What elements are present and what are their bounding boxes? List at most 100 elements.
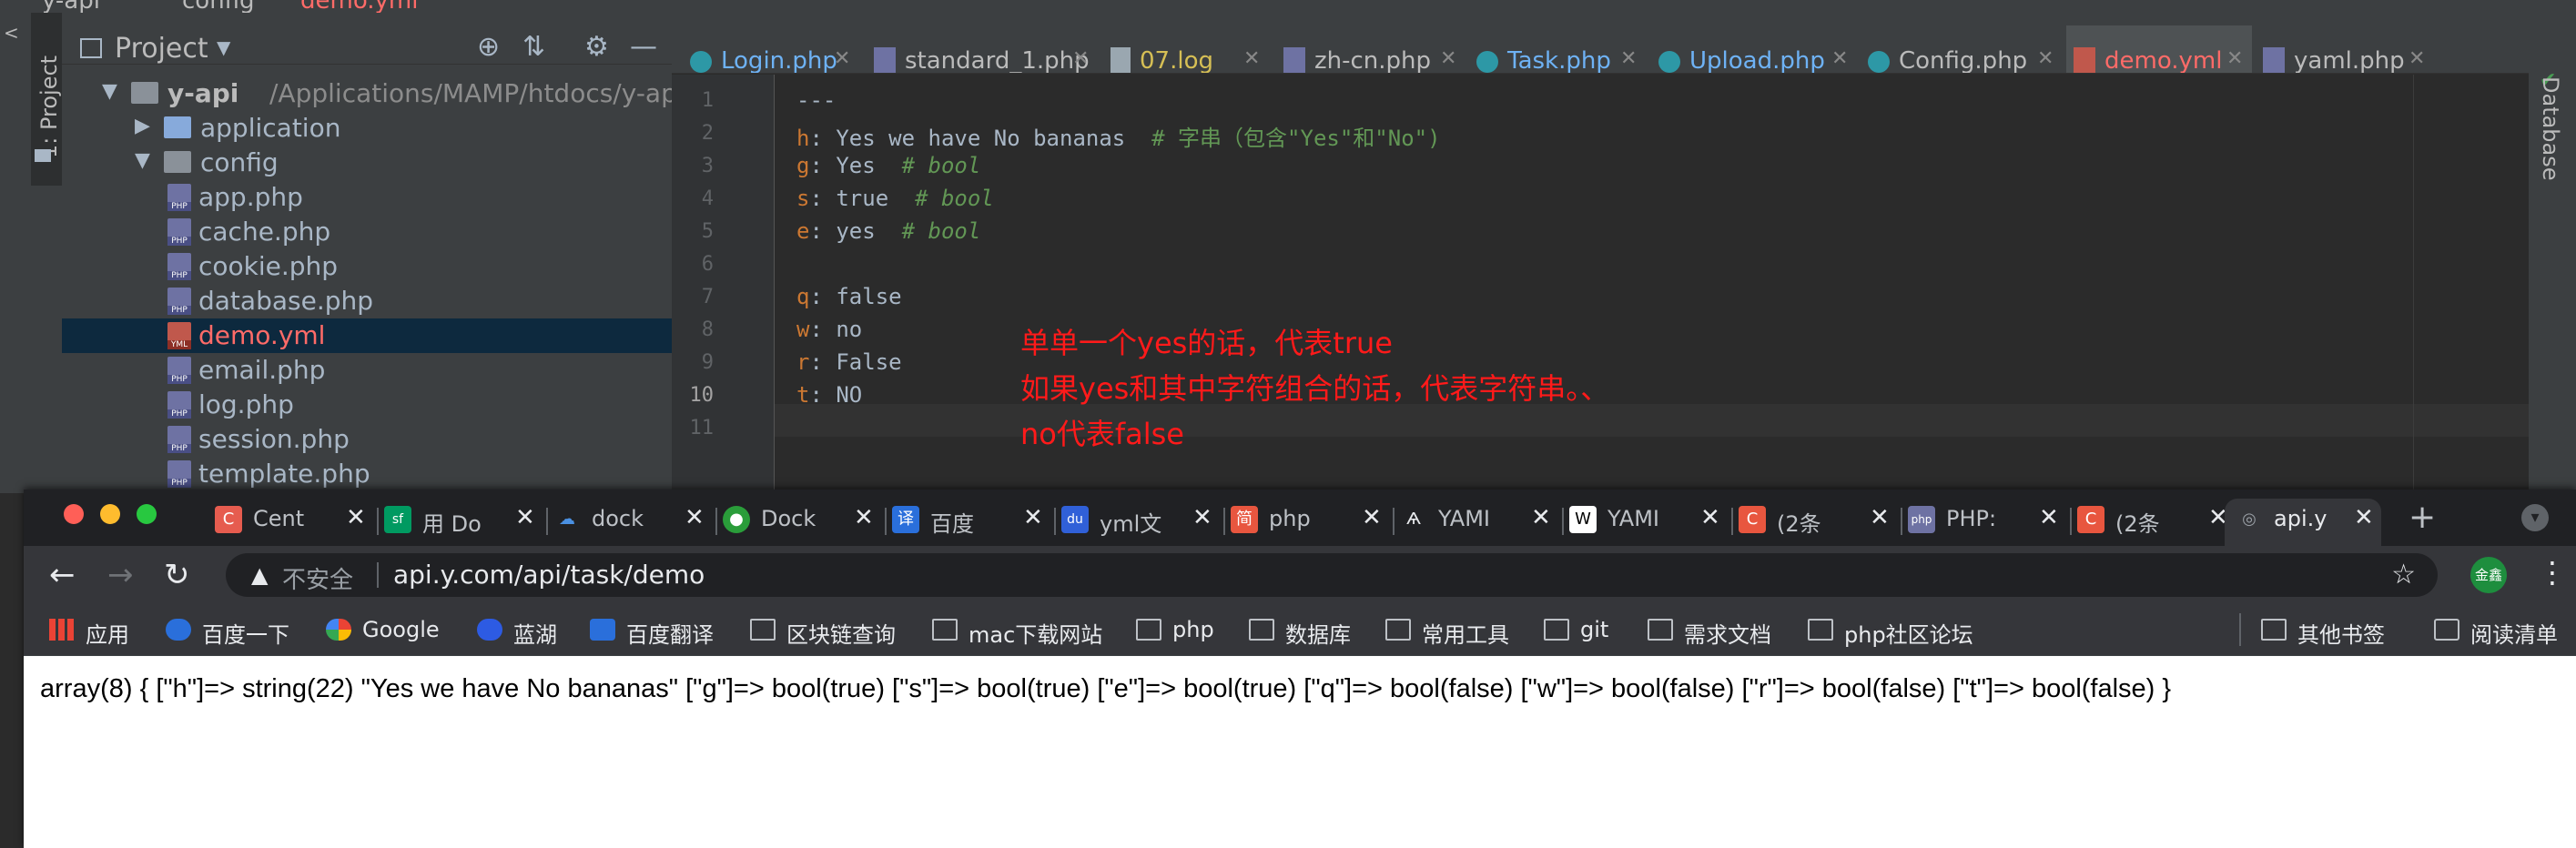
close-icon[interactable]: ✕ xyxy=(1023,504,1043,531)
annotation-line-2: 如果yes和其中字符组合的话，代表字符串。、 xyxy=(1020,371,1610,406)
browser-tab[interactable]: sf 用 Do ✕ xyxy=(384,500,539,540)
url-text[interactable]: api.y.com/api/task/demo xyxy=(393,560,705,590)
back-arrow-icon[interactable]: < xyxy=(4,22,19,44)
profile-avatar[interactable]: 金鑫 xyxy=(2470,557,2507,593)
close-icon[interactable]: ✕ xyxy=(1531,504,1551,531)
editor-tab-standard[interactable]: standard_1.php ✕ xyxy=(867,25,1100,73)
browser-tab[interactable]: php PHP: ✕ xyxy=(1908,500,2063,540)
more-menu-icon[interactable]: ⋮ xyxy=(2538,555,2567,590)
breadcrumb-folder[interactable]: config xyxy=(182,0,255,13)
close-icon[interactable]: ✕ xyxy=(1362,504,1382,531)
tree-item-log-php[interactable]: log.php xyxy=(62,388,672,422)
editor-tab-zh-cn[interactable]: zh-cn.php ✕ xyxy=(1276,25,1465,73)
apps-grid-icon xyxy=(49,619,75,641)
close-icon[interactable]: ✕ xyxy=(834,47,850,70)
tab-search-chevron-icon[interactable]: ▾ xyxy=(2521,504,2549,531)
close-icon[interactable]: ✕ xyxy=(1831,47,1848,70)
close-window-button[interactable] xyxy=(64,504,84,524)
editor-tab-demo-yml[interactable]: demo.yml ✕ xyxy=(2066,25,2252,73)
bookmark-label: php社区论坛 xyxy=(1844,622,1973,648)
editor-tab-upload[interactable]: Upload.php ✕ xyxy=(1651,25,1857,73)
tab-separator xyxy=(546,508,548,535)
browser-tab[interactable]: C Cent ✕ xyxy=(215,500,370,540)
code-area[interactable]: --- h: Yes we have No bananas # 字串（包含"Ye… xyxy=(775,75,2529,493)
browser-tab[interactable]: C (2条 ✕ xyxy=(2077,500,2232,540)
tab-title: api.y xyxy=(2274,506,2328,531)
close-icon[interactable]: ✕ xyxy=(854,504,874,531)
bookmark-label: 阅读清单 xyxy=(2470,622,2558,648)
new-tab-button[interactable]: + xyxy=(2409,499,2436,536)
minimize-window-button[interactable] xyxy=(100,504,120,524)
tab-label: 07.log xyxy=(1140,47,1213,74)
close-icon[interactable]: ✕ xyxy=(1243,47,1260,70)
close-icon[interactable]: ✕ xyxy=(2409,47,2425,70)
address-bar[interactable]: ▲ 不安全 api.y.com/api/task/demo ☆ xyxy=(226,553,2438,597)
expand-arrow-icon[interactable]: ▼ xyxy=(102,80,117,103)
tree-item-template-php[interactable]: template.php xyxy=(62,457,672,491)
forward-button[interactable]: → xyxy=(107,557,134,593)
collapse-all-icon[interactable]: ⇅ xyxy=(522,31,545,63)
browser-tab[interactable]: ● Dock ✕ xyxy=(723,500,877,540)
editor-tab-login[interactable]: Login.php ✕ xyxy=(672,25,863,73)
bookmark-star-icon[interactable]: ☆ xyxy=(2391,559,2416,591)
locate-icon[interactable]: ⊕ xyxy=(477,31,500,63)
browser-window: C Cent ✕ sf 用 Do ✕ ☁ dock ✕ ● Dock ✕ 译 百… xyxy=(24,490,2576,848)
tree-item-demo-yml[interactable]: demo.yml xyxy=(62,318,672,353)
browser-tab[interactable]: C (2条 ✕ xyxy=(1739,500,1893,540)
tree-item-label: cookie.php xyxy=(198,251,339,281)
reload-button[interactable]: ↻ xyxy=(164,557,190,593)
browser-tab[interactable]: W YAMI ✕ xyxy=(1569,500,1724,540)
expand-arrow-icon[interactable]: ▶ xyxy=(135,115,150,137)
yml-file-icon xyxy=(167,322,191,349)
tree-item-session-php[interactable]: session.php xyxy=(62,422,672,457)
editor-tab-bar: Login.php ✕ standard_1.php ✕ 07.log ✕ zh… xyxy=(672,13,2529,74)
chevron-down-icon[interactable]: ▼ xyxy=(217,36,230,58)
close-icon[interactable]: ✕ xyxy=(2037,47,2054,70)
browser-tab-active[interactable]: ◎ api.y ✕ xyxy=(2225,499,2381,546)
tree-item-email-php[interactable]: email.php xyxy=(62,353,672,388)
database-tool-label[interactable]: Database xyxy=(2538,76,2563,181)
close-icon[interactable]: ✕ xyxy=(515,504,535,531)
editor-tab-task[interactable]: Task.php ✕ xyxy=(1469,25,1648,73)
close-icon[interactable]: ✕ xyxy=(685,504,705,531)
close-icon[interactable]: ✕ xyxy=(1870,504,1890,531)
close-icon[interactable]: ✕ xyxy=(2039,504,2059,531)
not-secure-label[interactable]: 不安全 xyxy=(282,561,353,595)
maximize-window-button[interactable] xyxy=(137,504,157,524)
close-icon[interactable]: ✕ xyxy=(346,504,366,531)
tree-item-application[interactable]: ▶ application xyxy=(62,111,672,146)
code-line-4: s: true # bool xyxy=(796,186,994,211)
close-icon[interactable]: ✕ xyxy=(2226,47,2243,70)
collapse-arrow-icon[interactable]: ▼ xyxy=(135,149,150,172)
browser-tab[interactable]: ☁ dock ✕ xyxy=(553,500,708,540)
tab-title: (2条 xyxy=(1777,511,1821,537)
tree-item-database-php[interactable]: database.php xyxy=(62,284,672,318)
close-icon[interactable]: ✕ xyxy=(1072,47,1089,70)
folder-icon xyxy=(131,82,158,104)
browser-tab[interactable]: 译 百度 ✕ xyxy=(892,500,1047,540)
warning-icon[interactable]: ▲ xyxy=(251,562,268,588)
close-icon[interactable]: ✕ xyxy=(2354,504,2374,531)
close-icon[interactable]: ✕ xyxy=(1700,504,1720,531)
hide-panel-icon[interactable]: — xyxy=(630,31,657,63)
editor-tab-config[interactable]: Config.php ✕ xyxy=(1861,25,2063,73)
close-icon[interactable]: ✕ xyxy=(1192,504,1212,531)
tab-title: YAMI xyxy=(1438,506,1490,531)
browser-tab[interactable]: Ѧ YAMI ✕ xyxy=(1400,500,1555,540)
browser-tab[interactable]: 简 php ✕ xyxy=(1231,500,1385,540)
browser-tab[interactable]: du yml文 ✕ xyxy=(1061,500,1216,540)
breadcrumb-root[interactable]: y-api xyxy=(42,0,100,13)
close-icon[interactable]: ✕ xyxy=(1440,47,1456,70)
gear-icon[interactable]: ⚙ xyxy=(584,31,609,63)
breadcrumb-file[interactable]: demo.yml xyxy=(300,0,418,13)
tree-item-cache-php[interactable]: cache.php xyxy=(62,215,672,249)
close-icon[interactable]: ✕ xyxy=(1620,47,1637,70)
editor-tab-yaml[interactable]: yaml.php ✕ xyxy=(2256,25,2438,73)
tree-item-cookie-php[interactable]: cookie.php xyxy=(62,249,672,284)
tree-item-app-php[interactable]: app.php xyxy=(62,180,672,215)
project-panel-title[interactable]: Project xyxy=(115,33,208,65)
tree-item-config[interactable]: ▼ config xyxy=(62,146,672,180)
back-button[interactable]: ← xyxy=(49,557,76,593)
editor-tab-log[interactable]: 07.log ✕ xyxy=(1103,25,1273,73)
tree-root[interactable]: ▼ y-api /Applications/MAMP/htdocs/y-api xyxy=(62,76,685,111)
